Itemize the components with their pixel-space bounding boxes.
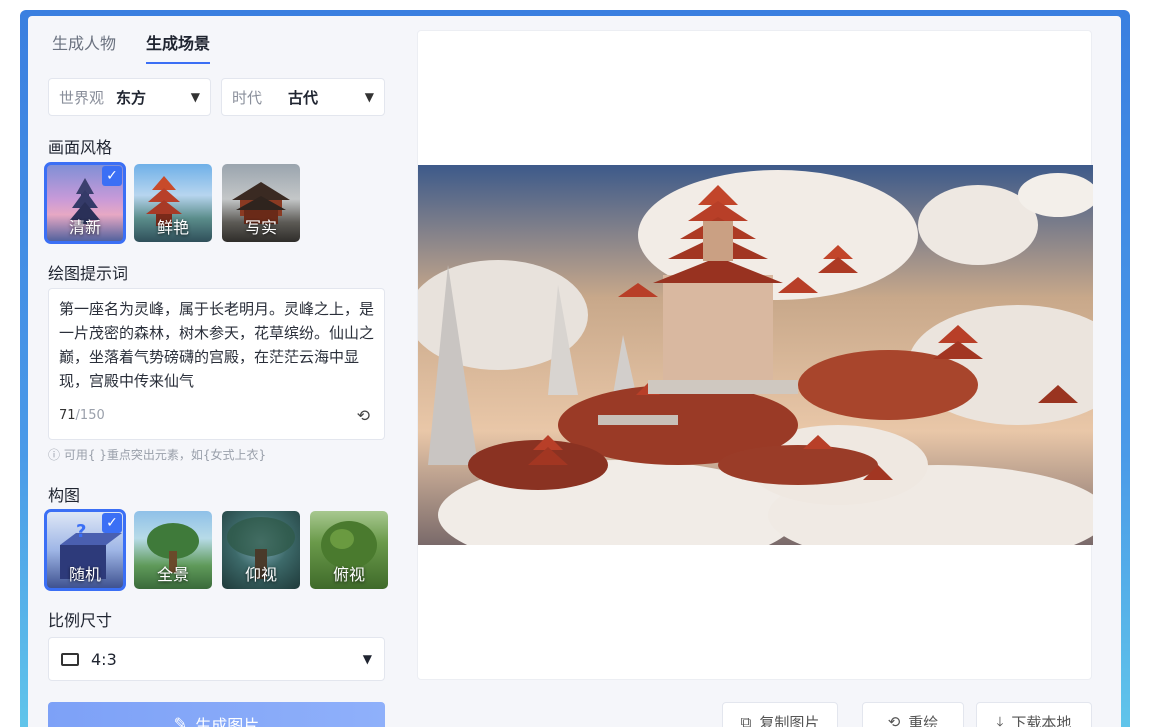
download-label: 下载本地 [1011, 713, 1072, 727]
redraw-label: 重绘 [908, 713, 939, 727]
composition-option-panorama[interactable]: 全景 [134, 511, 212, 589]
caret-down-icon: ▼ [190, 90, 200, 104]
composition-label: 仰视 [244, 565, 277, 584]
generated-scene-image [418, 165, 1093, 545]
svg-text:?: ? [76, 521, 86, 542]
composition-label: 俯视 [332, 565, 365, 584]
style-option-realistic[interactable]: 写实 [222, 164, 300, 242]
style-label: 鲜艳 [156, 218, 189, 237]
prompt-section-title: 绘图提示词 [48, 264, 129, 283]
generate-image-button[interactable]: ✎ 生成图片 [48, 702, 385, 727]
aspect-box-icon [61, 652, 79, 666]
char-count-max: /150 [75, 408, 105, 423]
copy-icon: ⧉ [740, 713, 752, 727]
style-label: 写实 [244, 218, 277, 237]
redraw-icon: ⟲ [887, 713, 901, 727]
style-label: 清新 [68, 218, 101, 237]
composition-label: 随机 [68, 565, 101, 584]
style-option-vivid[interactable]: 鲜艳 [134, 164, 212, 242]
era-label: 时代 [232, 88, 263, 107]
prompt-text: 第一座名为灵峰，属于长老明月。灵峰之上，是一片茂密的森林，树木参天，花草缤纷。仙… [59, 300, 374, 390]
ratio-section-title: 比例尺寸 [48, 611, 113, 630]
caret-down-icon: ▼ [362, 652, 372, 666]
prompt-char-count: 71/150 [59, 408, 105, 423]
prompt-textarea[interactable]: 第一座名为灵峰，属于长老明月。灵峰之上，是一片茂密的森林，树木参天，花草缤纷。仙… [48, 288, 385, 440]
worldview-label: 世界观 [59, 88, 105, 107]
download-button[interactable]: ⤓ 下载本地 [976, 702, 1092, 727]
composition-option-random[interactable]: ? ✓ 随机 [44, 509, 126, 591]
composition-label: 全景 [156, 565, 189, 584]
check-icon: ✓ [102, 513, 122, 533]
style-options: ✓ 清新 鲜艳 写实 [44, 162, 300, 244]
ratio-select[interactable]: 4:3 ▼ [48, 637, 385, 681]
worldview-value: 东方 [116, 88, 147, 107]
composition-options: ? ✓ 随机 全景 仰视 俯视 [44, 509, 388, 591]
ratio-value: 4:3 [91, 649, 117, 669]
copy-label: 复制图片 [759, 713, 820, 727]
composition-section-title: 构图 [48, 486, 81, 505]
style-section-title: 画面风格 [48, 138, 113, 157]
generate-label: 生成图片 [195, 718, 260, 727]
caret-down-icon: ▼ [364, 90, 374, 104]
char-count-value: 71 [59, 408, 76, 423]
copy-image-button[interactable]: ⧉ 复制图片 [722, 702, 838, 727]
prompt-hint: ⓘ 可用{ }重点突出元素，如{女式上衣} [48, 448, 267, 462]
check-icon: ✓ [102, 166, 122, 186]
redraw-button[interactable]: ⟲ 重绘 [862, 702, 964, 727]
tab-generate-character[interactable]: 生成人物 [52, 30, 116, 64]
era-select[interactable]: 时代 古代 ▼ [221, 78, 385, 116]
image-preview [417, 30, 1093, 680]
download-icon: ⤓ [996, 713, 1004, 727]
worldview-select[interactable]: 世界观 东方 ▼ [48, 78, 211, 116]
style-option-fresh[interactable]: ✓ 清新 [44, 162, 126, 244]
wand-icon: ✎ [173, 716, 188, 727]
composition-option-low-angle[interactable]: 仰视 [222, 511, 300, 589]
era-value: 古代 [288, 88, 319, 107]
tab-bar: 生成人物 生成场景 [52, 30, 211, 64]
tab-generate-scene[interactable]: 生成场景 [146, 30, 211, 64]
refresh-icon[interactable]: ⟲ [357, 406, 370, 425]
composition-option-top-down[interactable]: 俯视 [310, 511, 388, 589]
